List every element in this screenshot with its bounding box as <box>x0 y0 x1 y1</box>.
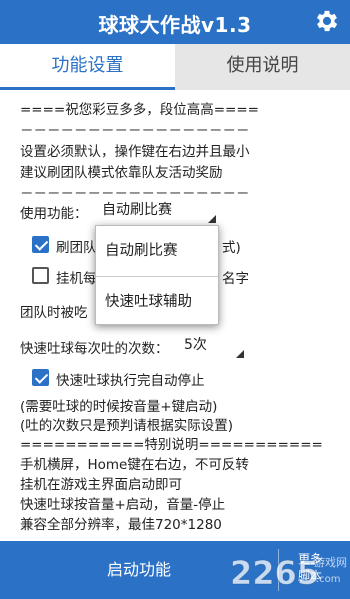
note-line: (吐的次数只是预判请根据实际设置) <box>20 418 234 434</box>
intro-line: 建议刷团队模式依靠队友活动奖励 <box>20 165 223 181</box>
spit-count-value: 5次 <box>184 337 207 353</box>
dropdown-triangle-icon <box>208 215 216 223</box>
team-checkbox-label-tail: 式) <box>222 240 241 256</box>
gear-icon[interactable] <box>313 7 341 35</box>
more-scripts-button[interactable]: 更多 脚本 <box>282 551 338 585</box>
auto-stop-label: 快速吐球执行完自动停止 <box>56 373 205 389</box>
hang-checkbox-label: 挂机每 <box>56 271 97 287</box>
menu-option-quick-spit[interactable]: 快速吐球辅助 <box>96 277 218 327</box>
function-select[interactable]: 自动刷比赛 <box>102 199 218 223</box>
note-line: 手机横屏，Home键在右边，不可反转 <box>20 457 249 473</box>
function-select-value: 自动刷比赛 <box>102 202 172 218</box>
tab-usage-guide[interactable]: 使用说明 <box>175 44 350 90</box>
bottom-bar: 启动功能 更多 脚本 <box>0 541 350 599</box>
team-checkbox-label: 刷团队 <box>56 240 97 256</box>
dropdown-triangle-icon <box>236 350 244 358</box>
hang-checkbox-label-tail: 名字 <box>222 271 249 287</box>
spit-count-label: 快速吐球每次吐的次数： <box>20 341 169 357</box>
note-line: 兼容全部分辨率，最佳720*1280 <box>20 517 222 533</box>
bottom-divider <box>278 549 279 591</box>
intro-line: －－－－－－－－－－－－－－－－－ <box>20 123 250 139</box>
function-dropdown-menu: 自动刷比赛 快速吐球辅助 <box>95 225 219 325</box>
app-title: 球球大作战v1.3 <box>98 13 252 37</box>
function-label: 使用功能： <box>20 206 88 222</box>
more-scripts-line1: 更多 <box>297 552 322 566</box>
team-eaten-label: 团队时被吃 <box>20 305 88 321</box>
title-bar: 球球大作战v1.3 <box>0 0 350 44</box>
hang-checkbox[interactable] <box>32 267 49 284</box>
more-scripts-line2: 脚本 <box>297 569 322 583</box>
tab-function-settings[interactable]: 功能设置 <box>0 44 175 90</box>
tab-bar: 功能设置 使用说明 <box>0 44 350 90</box>
note-line: ===========特别说明=========== <box>20 437 323 453</box>
start-function-button[interactable]: 启动功能 <box>0 541 278 599</box>
menu-option-auto-match[interactable]: 自动刷比赛 <box>96 226 218 276</box>
auto-stop-checkbox[interactable] <box>32 369 49 386</box>
note-line: 挂机在游戏主界面启动即可 <box>20 477 182 493</box>
intro-line: 设置必须默认，操作键在右边并且最小 <box>20 144 250 160</box>
note-line: 快速吐球按音量+启动，音量-停止 <box>20 497 226 513</box>
intro-line: ====祝您彩豆多多，段位高高==== <box>20 102 259 118</box>
team-checkbox[interactable] <box>32 236 49 253</box>
spit-count-select[interactable]: 5次 <box>180 334 246 358</box>
note-line: (需要吐球的时候按音量+键启动) <box>20 399 218 415</box>
